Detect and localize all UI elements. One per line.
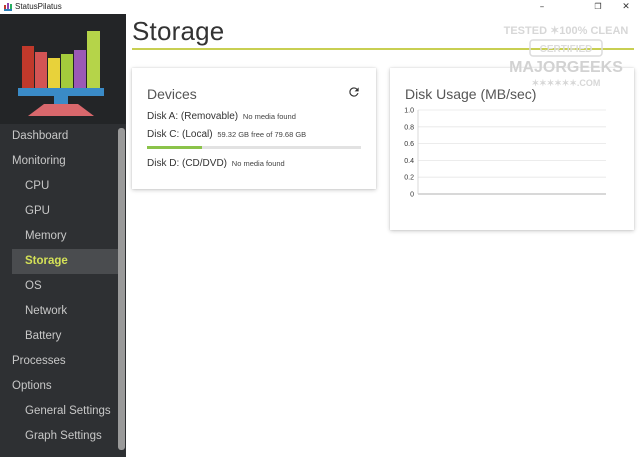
sidebar-item-general-settings[interactable]: General Settings (0, 399, 118, 424)
y-tick-label: 0.6 (404, 141, 414, 148)
sidebar-item-monitoring[interactable]: Monitoring (0, 149, 118, 174)
sidebar-item-cpu[interactable]: CPU (0, 174, 118, 199)
sidebar-item-processes[interactable]: Processes (0, 349, 118, 374)
disk-row-c: Disk C: (Local) 59.32 GB free of 79.68 G… (147, 129, 306, 140)
refresh-icon[interactable] (347, 85, 361, 99)
y-tick-label: 0 (410, 192, 414, 199)
minimize-button[interactable]: – (528, 1, 556, 13)
sidebar-item-network[interactable]: Network (0, 299, 118, 324)
sidebar-nav: Dashboard Monitoring CPU GPU Memory Storage OS… (0, 124, 118, 449)
sidebar-item-memory[interactable]: Memory (0, 224, 118, 249)
y-tick-label: 0.8 (404, 124, 414, 131)
logo-area (0, 14, 126, 124)
disk-name: Disk A: (Removable) (147, 111, 239, 122)
window-title: StatusPilatus (15, 2, 62, 11)
y-tick-label: 1.0 (404, 108, 414, 115)
disk-status: 59.32 GB free of 79.68 GB (217, 130, 307, 139)
title-bar: StatusPilatus – ❐ ✕ (0, 0, 640, 14)
sidebar-item-battery[interactable]: Battery (0, 324, 118, 349)
sidebar-item-os[interactable]: OS (0, 274, 118, 299)
disk-usage-card: Disk Usage (MB/sec) 1.0 0.8 0.6 0.4 0.2 0 (390, 68, 634, 230)
app-icon (4, 3, 12, 11)
sidebar-item-storage[interactable]: Storage (12, 249, 118, 274)
app-logo-icon (18, 31, 104, 116)
page-title: Storage (132, 16, 225, 46)
disk-name: Disk C: (Local) (147, 129, 213, 140)
disk-row-a: Disk A: (Removable) No media found (147, 111, 296, 122)
disk-usage-title: Disk Usage (MB/sec) (405, 86, 537, 102)
disk-status: No media found (231, 159, 285, 168)
disk-row-d: Disk D: (CD/DVD) No media found (147, 158, 285, 169)
maximize-button[interactable]: ❐ (584, 1, 612, 13)
devices-card: Devices Disk A: (Removable) No media fou… (132, 68, 376, 189)
close-button[interactable]: ✕ (612, 1, 640, 13)
sidebar-item-options[interactable]: Options (0, 374, 118, 399)
main-content: Storage Devices Disk A: (Removable) No m… (126, 14, 640, 457)
sidebar-item-graph-settings[interactable]: Graph Settings (0, 424, 118, 449)
sidebar-item-dashboard[interactable]: Dashboard (0, 124, 118, 149)
disk-usage-chart: 1.0 0.8 0.6 0.4 0.2 0 (404, 108, 606, 199)
sidebar: Dashboard Monitoring CPU GPU Memory Storage OS… (0, 14, 126, 457)
sidebar-scrollbar[interactable] (118, 128, 125, 450)
title-divider (132, 48, 634, 50)
y-tick-label: 0.2 (404, 175, 414, 182)
disk-status: No media found (242, 112, 296, 121)
disk-name: Disk D: (CD/DVD) (147, 158, 227, 169)
disk-c-usage-bar (147, 146, 361, 149)
devices-title: Devices (147, 86, 197, 102)
y-tick-label: 0.4 (404, 158, 414, 165)
disk-c-usage-fill (147, 146, 202, 149)
sidebar-item-gpu[interactable]: GPU (0, 199, 118, 224)
